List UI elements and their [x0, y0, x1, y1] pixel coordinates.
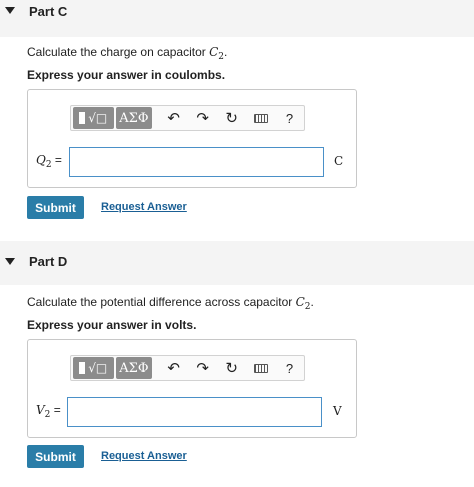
keyboard-button[interactable]	[246, 106, 275, 130]
unit-label: C	[334, 154, 344, 168]
submit-button[interactable]: Submit	[27, 445, 84, 468]
capacitor-subscript: 2	[218, 52, 225, 62]
reset-icon[interactable]: ↻	[217, 356, 246, 380]
question-text: Calculate the charge on capacitor C2.	[27, 45, 228, 62]
undo-icon[interactable]: ↶	[159, 356, 188, 380]
collapse-caret-icon[interactable]	[5, 7, 15, 14]
templates-icon	[79, 362, 86, 374]
answer-instruction: Express your answer in coulombs.	[27, 68, 226, 82]
variable-label: Q2 =	[36, 153, 62, 170]
answer-input[interactable]	[67, 397, 322, 427]
keyboard-icon	[253, 363, 268, 373]
math-toolbar: √□ AΣΦ ↶ ↷ ↻ ?	[70, 355, 305, 381]
templates-icon	[79, 112, 86, 124]
templates-button[interactable]: √□	[73, 357, 114, 379]
templates-button[interactable]: √□	[73, 107, 114, 129]
equals-sign: =	[54, 153, 62, 167]
answer-box: √□ AΣΦ ↶ ↷ ↻ ? V2 = V	[27, 339, 357, 438]
help-icon[interactable]: ?	[275, 356, 304, 380]
keyboard-button[interactable]	[246, 356, 275, 380]
reset-icon[interactable]: ↻	[217, 106, 246, 130]
redo-icon[interactable]: ↷	[188, 106, 217, 130]
undo-icon[interactable]: ↶	[159, 106, 188, 130]
variable-letter: V	[36, 403, 45, 417]
variable-letter: Q	[36, 153, 46, 167]
templates-label: √□	[88, 361, 108, 375]
variable-subscript: 2	[45, 160, 52, 170]
submit-button[interactable]: Submit	[27, 196, 84, 219]
part-title: Part C	[29, 4, 68, 19]
variable-label: V2 =	[36, 403, 61, 420]
question-suffix: .	[310, 295, 314, 309]
variable-subscript: 2	[44, 410, 51, 420]
answer-box: √□ AΣΦ ↶ ↷ ↻ ? Q2 = C	[27, 89, 357, 188]
capacitor-subscript: 2	[304, 302, 311, 312]
answer-instruction: Express your answer in volts.	[27, 318, 197, 332]
question-prefix: Calculate the potential difference acros…	[27, 295, 296, 309]
symbols-button[interactable]: AΣΦ	[115, 357, 153, 379]
templates-label: √□	[88, 111, 108, 125]
part-c-header[interactable]: Part C	[0, 0, 474, 37]
request-answer-link[interactable]: Request Answer	[101, 201, 187, 213]
capacitor-letter: C	[295, 295, 305, 309]
question-suffix: .	[224, 45, 228, 59]
help-icon[interactable]: ?	[275, 106, 304, 130]
symbols-button[interactable]: AΣΦ	[115, 107, 153, 129]
request-answer-link[interactable]: Request Answer	[101, 450, 187, 462]
keyboard-icon	[253, 113, 268, 123]
equals-sign: =	[53, 403, 61, 417]
unit-label: V	[333, 404, 342, 418]
redo-icon[interactable]: ↷	[188, 356, 217, 380]
part-title: Part D	[29, 254, 68, 269]
part-d-header[interactable]: Part D	[0, 241, 474, 285]
answer-input[interactable]	[69, 147, 324, 177]
question-prefix: Calculate the charge on capacitor	[27, 45, 210, 59]
capacitor-letter: C	[209, 45, 219, 59]
math-toolbar: √□ AΣΦ ↶ ↷ ↻ ?	[70, 105, 305, 131]
capacitor-symbol: C2	[295, 295, 311, 312]
question-text: Calculate the potential difference acros…	[27, 295, 314, 312]
collapse-caret-icon[interactable]	[5, 258, 15, 265]
capacitor-symbol: C2	[209, 45, 225, 62]
